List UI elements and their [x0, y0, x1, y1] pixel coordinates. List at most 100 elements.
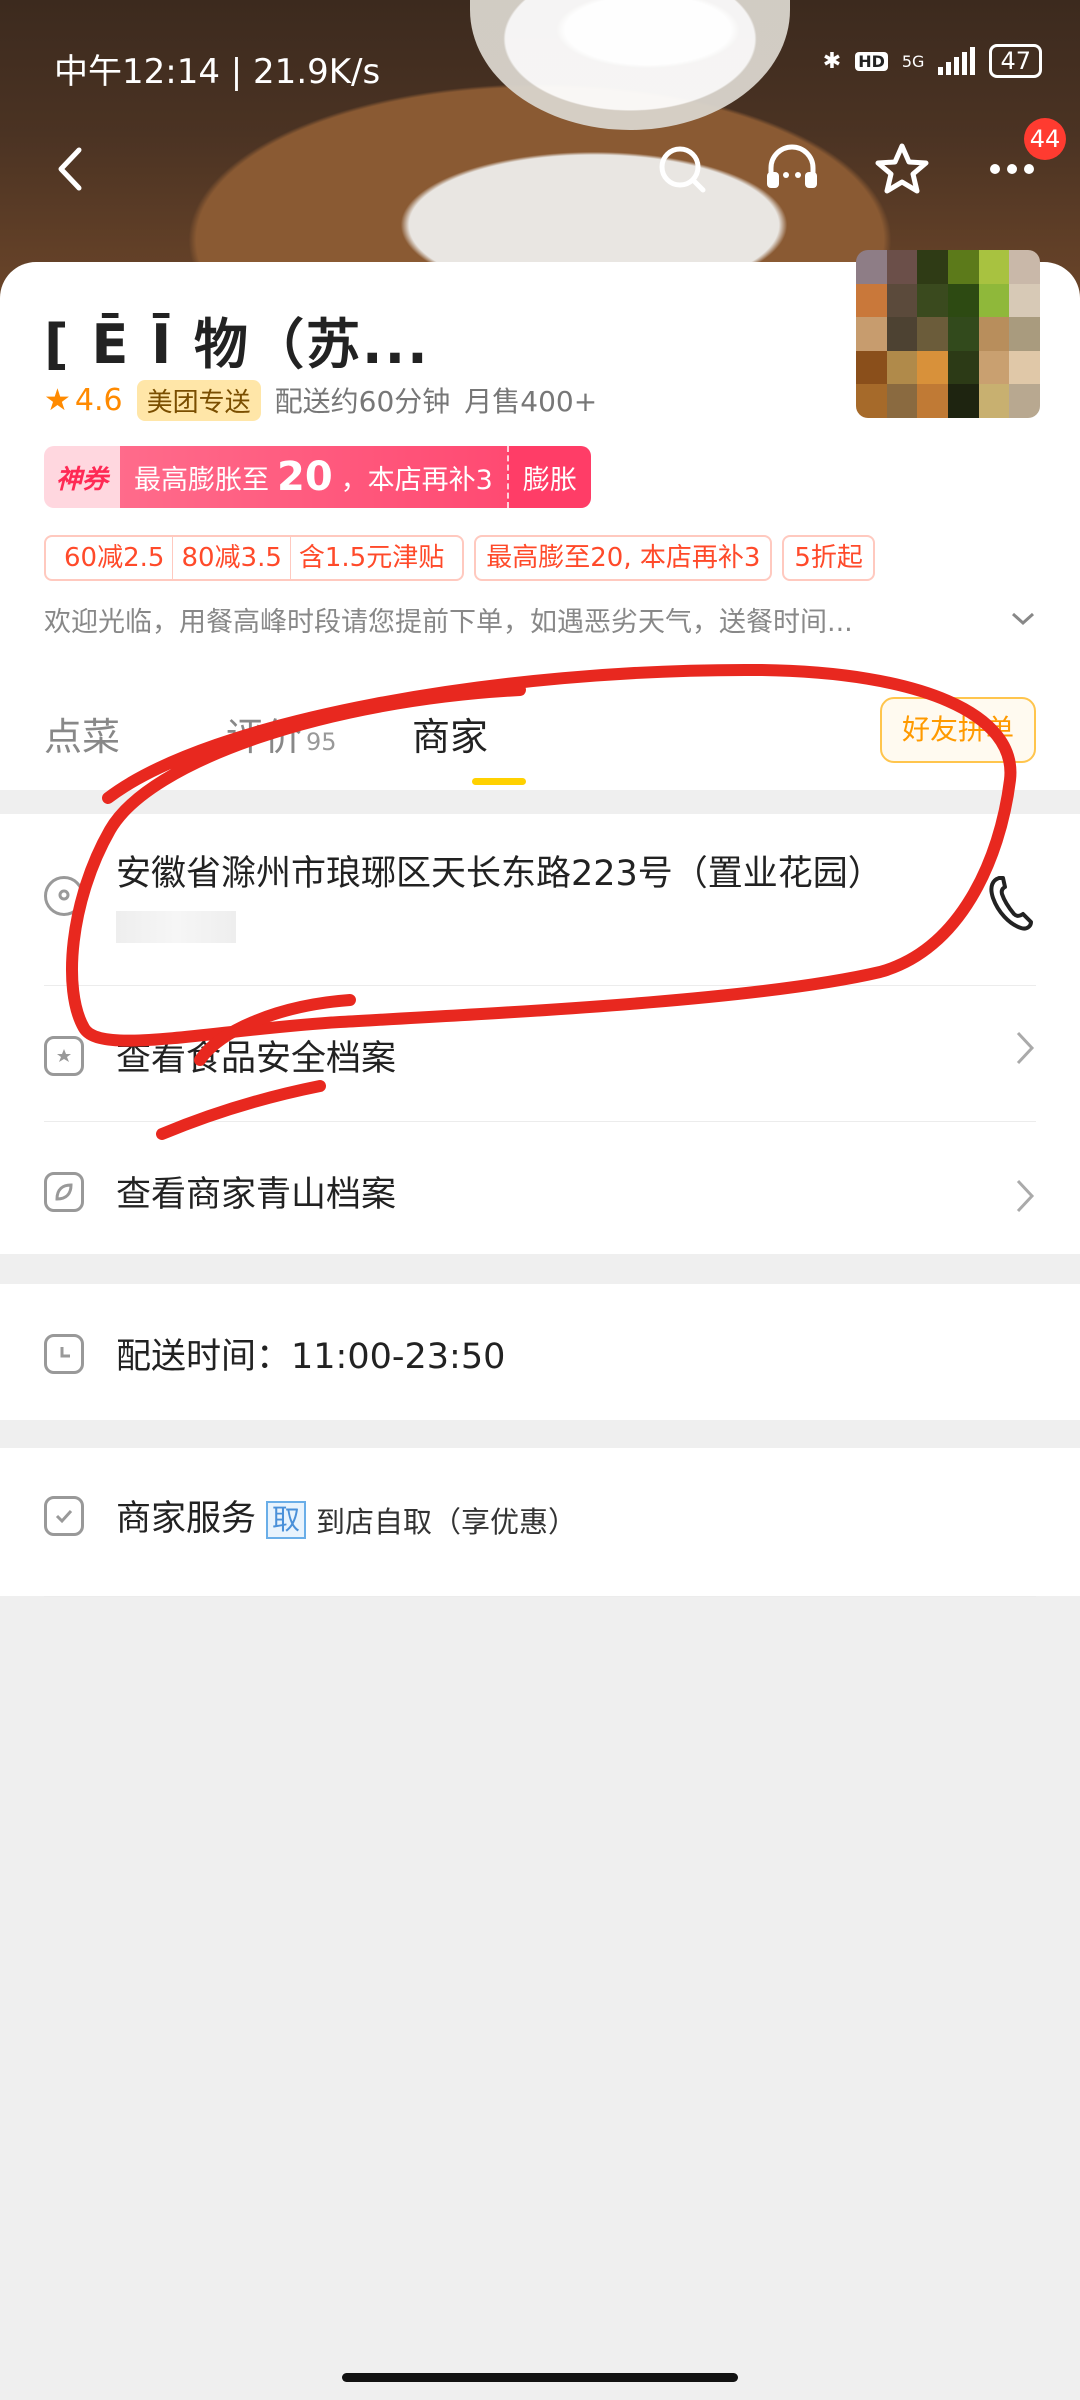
discount-1: 60减2.5 [64, 543, 165, 573]
logo-pixel [917, 317, 948, 351]
shop-notice[interactable]: 欢迎光临，用餐高峰时段请您提前下单，如遇恶劣天气，送餐时间... [44, 600, 964, 639]
tab-menu[interactable]: 点菜 [44, 706, 120, 761]
logo-pixel [886, 350, 918, 385]
chevron-right-icon [1015, 1030, 1080, 1076]
logo-pixel [856, 384, 887, 418]
headset-icon [767, 144, 817, 188]
pickup-tag: 取 [266, 1501, 307, 1539]
logo-pixel [886, 317, 918, 351]
star-filled-icon: ★ [44, 382, 71, 418]
coupon-suffix: ，本店再补3 [340, 464, 493, 496]
coupon-text: 最高膨胀至 20 ，本店再补3 [120, 446, 507, 508]
logo-pixel [978, 384, 1010, 418]
redacted-text [116, 911, 236, 943]
group-order-button[interactable]: 好友拼单 [880, 697, 1036, 763]
pickup-desc: 到店自取（享优惠） [316, 1505, 578, 1539]
shop-meta: ★ 4.6 美团专送 配送约60分钟 月售400+ [44, 378, 597, 422]
chevron-down-icon[interactable] [1010, 604, 1036, 634]
coupon-label: 神券 [44, 446, 121, 508]
food-safety-link[interactable]: 查看食品安全档案 [116, 1030, 396, 1081]
logo-pixel [856, 317, 887, 351]
merchant-address[interactable]: 安徽省滁州市琅琊区天长东路223号（置业花园） [116, 848, 926, 952]
logo-pixel [856, 350, 887, 385]
tab-merchant[interactable]: 商家 [412, 706, 488, 761]
signal-icon [938, 47, 976, 75]
logo-pixel [1009, 317, 1040, 351]
logo-pixel [978, 350, 1010, 385]
top-nav [0, 120, 1080, 210]
customer-service-button[interactable] [757, 134, 827, 204]
logo-pixel [917, 384, 948, 418]
tab-reviews[interactable]: 评价 95 [226, 706, 337, 761]
logo-pixel [947, 350, 979, 385]
status-icons: ✱ HD 5G 47 [823, 44, 1042, 78]
discount-tag[interactable]: 60减2.5 80减3.5 含1.5元津贴 [44, 535, 465, 581]
clock-icon [44, 1334, 84, 1374]
status-bar: 中午12:14 | 21.9K/s ✱ HD 5G 47 [0, 40, 1080, 92]
logo-pixel [856, 250, 887, 284]
coupon-amount: 20 [277, 454, 333, 500]
back-button[interactable] [36, 134, 106, 204]
shield-icon [44, 1036, 84, 1076]
tab-reviews-label: 评价 [226, 715, 303, 759]
address-text: 安徽省滁州市琅琊区天长东路223号（置业花园） [116, 854, 883, 894]
logo-pixel [917, 283, 948, 318]
logo-pixel [886, 250, 918, 284]
monthly-sales: 月售400+ [464, 385, 598, 418]
battery-icon: 47 [989, 44, 1042, 78]
check-icon [44, 1496, 84, 1536]
more-icon [990, 164, 1034, 174]
network-label: 5G [901, 51, 925, 71]
discount-2: 80减3.5 [172, 537, 289, 579]
phone-icon[interactable] [985, 872, 1035, 932]
logo-pixel [1009, 384, 1040, 418]
location-icon [44, 876, 84, 916]
half-price-tag[interactable]: 5折起 [782, 535, 875, 581]
chevron-right-icon [1015, 1178, 1080, 1224]
divider [44, 985, 1036, 986]
subsidy: 含1.5元津贴 [289, 537, 452, 579]
logo-pixel [978, 317, 1010, 351]
search-button[interactable] [647, 134, 717, 204]
star-icon [875, 143, 929, 194]
merchant-services: 商家服务取到店自取（享优惠） [116, 1490, 577, 1541]
coupon-prefix: 最高膨胀至 [134, 464, 270, 496]
search-icon [659, 146, 706, 193]
expand-promo-tag[interactable]: 最高膨至20, 本店再补3 [474, 535, 773, 581]
shop-title: [ Ē​ Ī​ 物（苏... [44, 313, 430, 376]
logo-pixel [917, 250, 948, 284]
reviews-count: 95 [306, 728, 337, 756]
bluetooth-icon: ✱ [822, 48, 842, 74]
divider [44, 1596, 1036, 1597]
delivery-tag: 美团专送 [136, 379, 261, 421]
delivery-time-estimate: 配送约60分钟 [274, 385, 451, 418]
logo-pixel [947, 250, 979, 284]
logo-pixel [947, 317, 979, 351]
logo-pixel [1009, 350, 1040, 385]
logo-pixel [947, 283, 979, 318]
shop-rating: ★ 4.6 [44, 383, 123, 418]
logo-pixel [1009, 250, 1040, 284]
status-time: 中午12:14 | 21.9K/s [54, 52, 381, 92]
service-label: 商家服务 [116, 1499, 257, 1539]
rating-value: 4.6 [74, 382, 123, 418]
green-archive-link[interactable]: 查看商家青山档案 [116, 1166, 396, 1217]
logo-pixel [856, 283, 887, 318]
logo-pixel [978, 283, 1010, 318]
logo-pixel [886, 384, 918, 418]
home-indicator[interactable] [342, 2373, 738, 2382]
active-tab-indicator [472, 778, 526, 785]
expand-coupon-button[interactable]: 膨胀 [506, 446, 591, 508]
tab-menu-label: 点菜 [44, 715, 121, 759]
leaf-icon [44, 1172, 84, 1212]
logo-pixel [917, 350, 948, 385]
back-arrow-icon [58, 147, 82, 191]
promo-tags: 60减2.5 80减3.5 含1.5元津贴 最高膨至20, 本店再补3 5折起 [44, 535, 875, 581]
message-badge: 44 [1024, 118, 1066, 160]
favorite-button[interactable] [867, 134, 937, 204]
shop-logo [856, 250, 1040, 418]
logo-pixel [886, 283, 918, 318]
divider [44, 1121, 1036, 1122]
coupon-banner[interactable]: 神券 最高膨胀至 20 ，本店再补3 膨胀 [44, 446, 591, 508]
logo-pixel [947, 384, 979, 418]
